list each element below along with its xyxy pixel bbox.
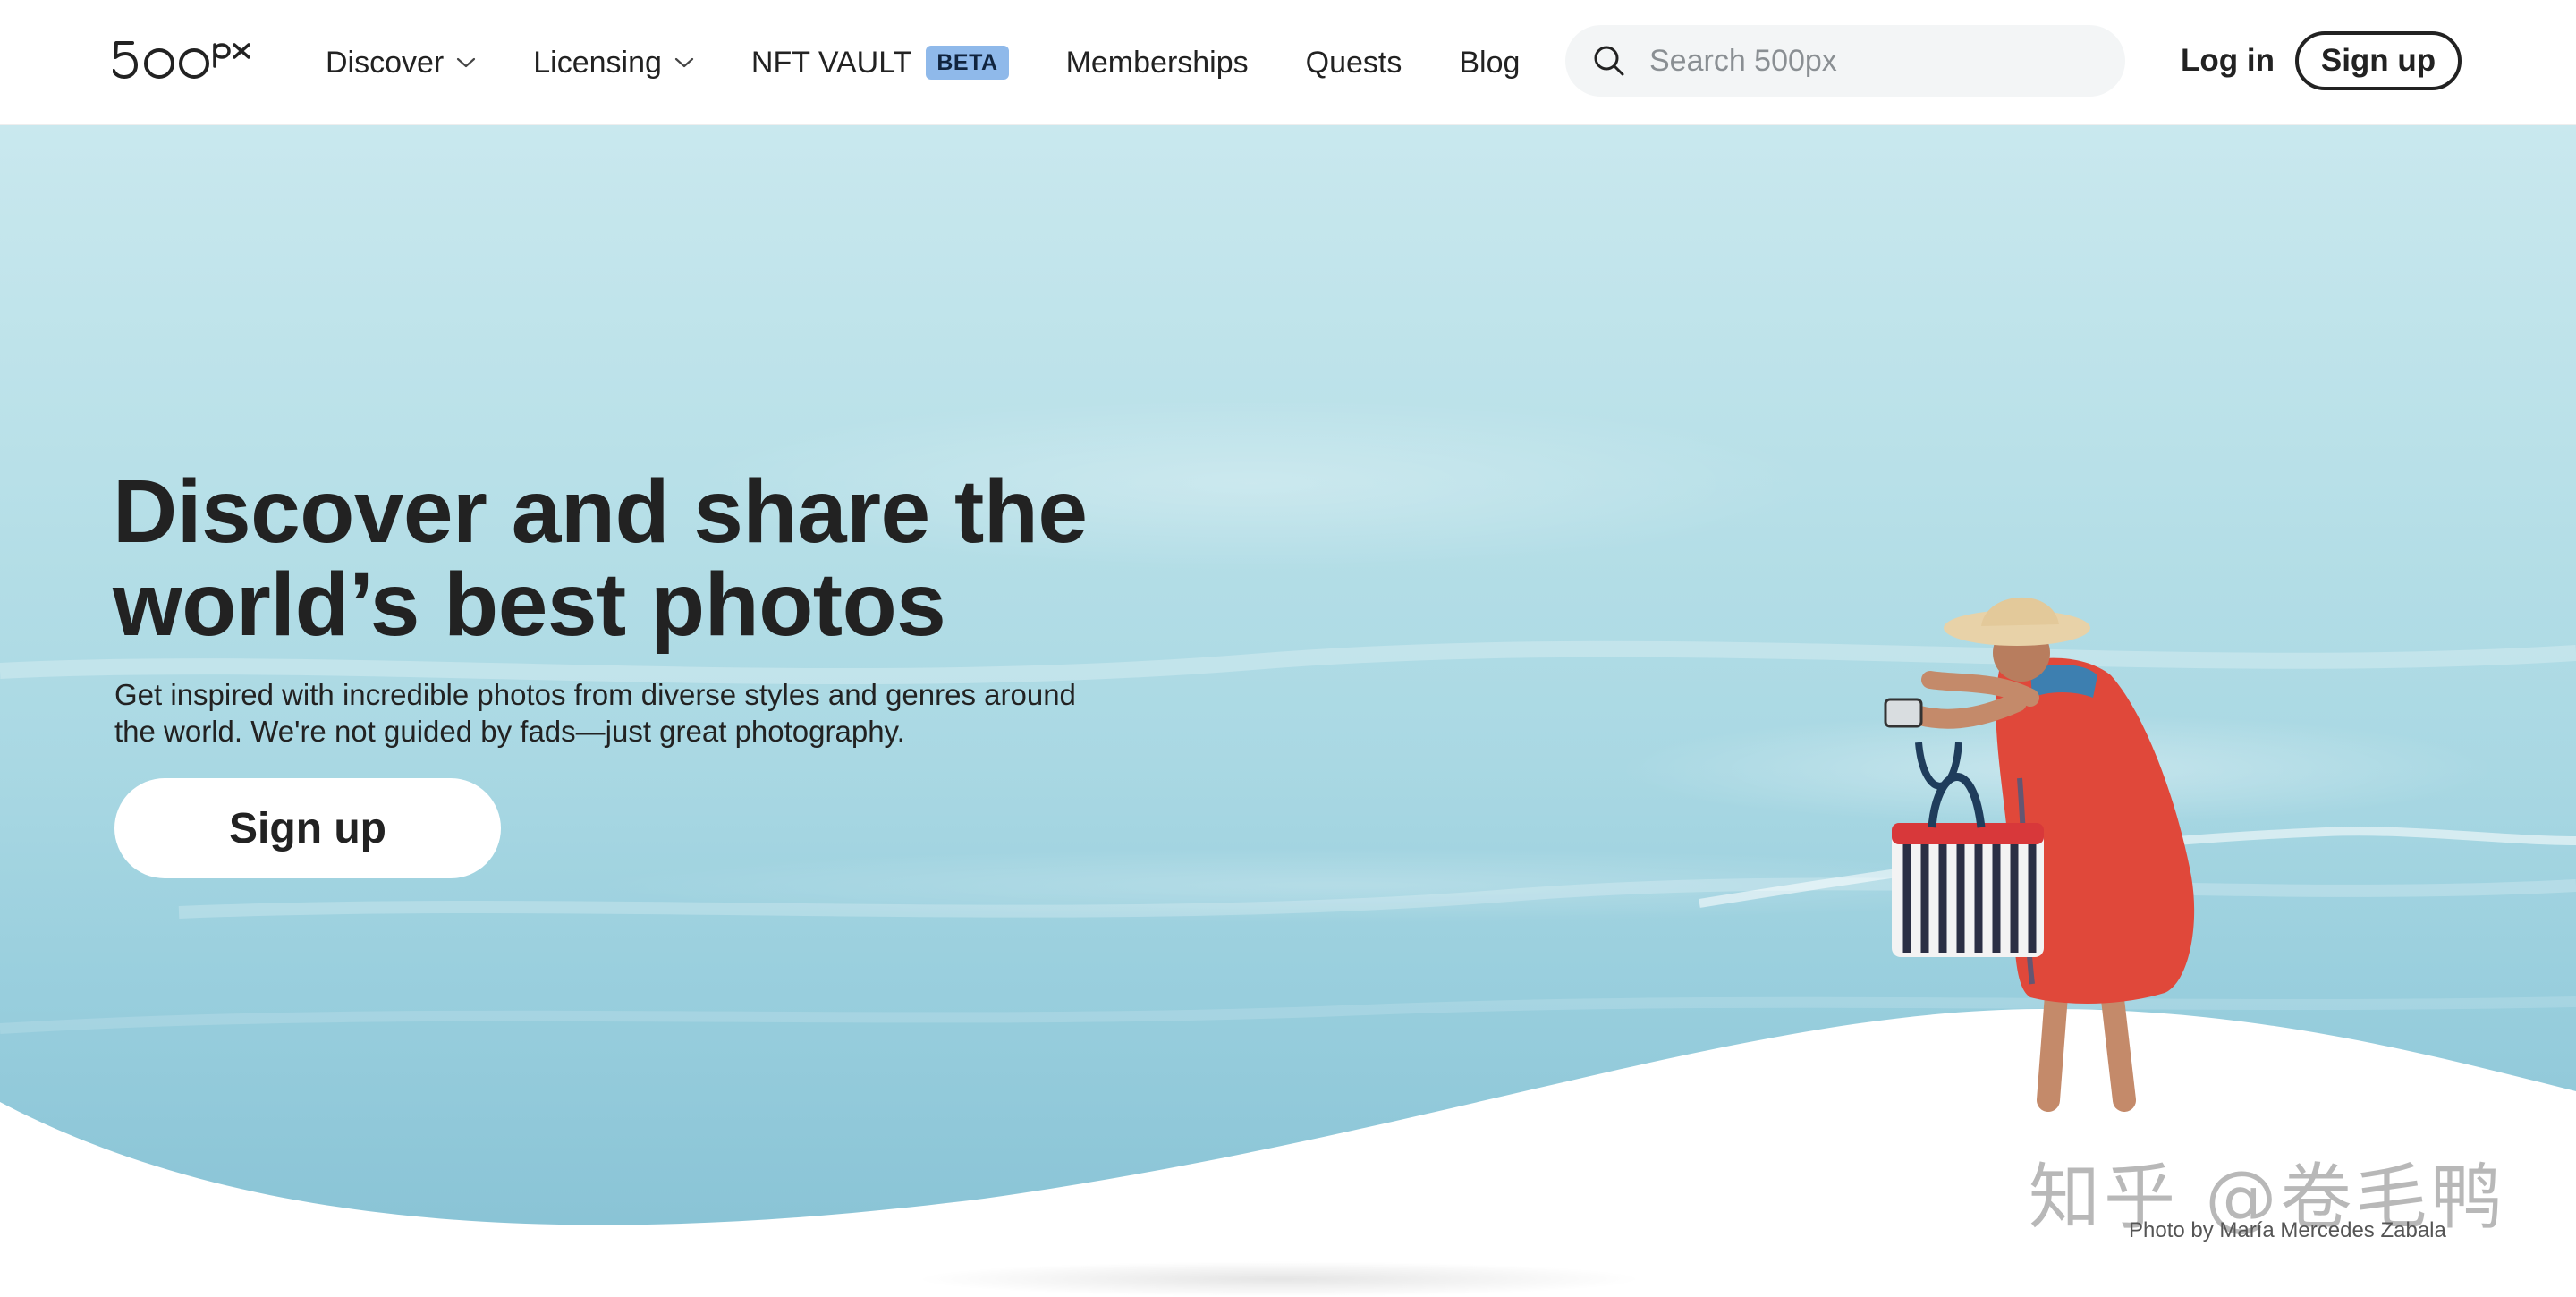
chevron-down-icon [674, 56, 694, 69]
login-link[interactable]: Log in [2181, 43, 2275, 79]
nav-nft-vault[interactable]: NFT VAULT BETA [751, 46, 1009, 81]
content-card-shadow [912, 1261, 1646, 1297]
signup-button-hero[interactable]: Sign up [114, 778, 501, 878]
signup-button-header[interactable]: Sign up [2295, 31, 2462, 90]
nav-nft-vault-label: NFT VAULT [750, 45, 912, 80]
main-nav: Discover Licensing NFT VAULT BETA Member… [326, 0, 1577, 125]
nav-licensing[interactable]: Licensing [533, 46, 694, 81]
search-input[interactable] [1649, 43, 2079, 79]
photo-credit[interactable]: Photo by María Mercedes Zabala [2129, 1218, 2446, 1243]
nav-blog[interactable]: Blog [1459, 46, 1520, 81]
top-navigation-bar: Discover Licensing NFT VAULT BETA Member… [0, 0, 2576, 125]
search-bar[interactable] [1565, 25, 2125, 97]
hero-headline: Discover and share the world’s best phot… [113, 465, 1168, 651]
hero-subtext-line-1: Get inspired with incredible photos from… [114, 678, 1076, 711]
500px-logo[interactable] [113, 39, 258, 81]
woman-with-camera-illustration [1884, 597, 2227, 1129]
nav-licensing-label: Licensing [533, 45, 662, 80]
500px-logo-mark [113, 41, 250, 79]
nav-blog-label: Blog [1459, 45, 1521, 80]
nav-memberships[interactable]: Memberships [1066, 46, 1249, 81]
hero-subtext-line-2: the world. We're not guided by fads—just… [114, 715, 905, 748]
hero-headline-line-2: world’s best photos [113, 555, 946, 655]
hero-headline-line-1: Discover and share the [113, 462, 1088, 562]
hero-section: Discover and share the world’s best phot… [0, 125, 2576, 1290]
chevron-down-icon [456, 56, 476, 69]
nav-discover[interactable]: Discover [326, 46, 476, 81]
nav-discover-label: Discover [326, 45, 445, 80]
nav-quests-label: Quests [1305, 45, 1402, 80]
nav-memberships-label: Memberships [1065, 45, 1249, 80]
nav-quests[interactable]: Quests [1306, 46, 1402, 81]
beta-badge: BETA [926, 46, 1009, 80]
search-icon[interactable] [1592, 44, 1626, 78]
hero-subtext: Get inspired with incredible photos from… [114, 676, 1098, 750]
